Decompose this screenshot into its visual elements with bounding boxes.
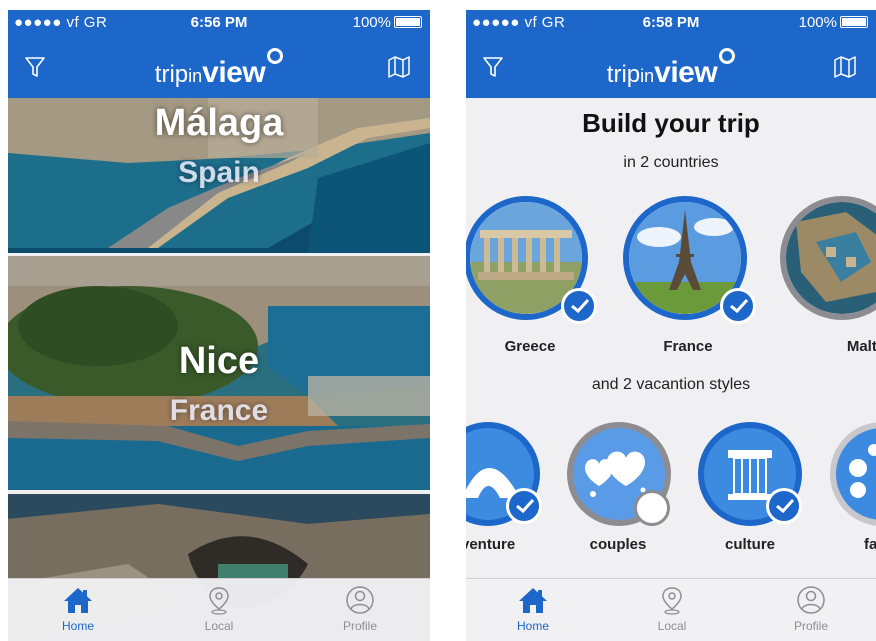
nav-bar: tripinview bbox=[466, 34, 876, 98]
country-malta[interactable] bbox=[780, 196, 876, 320]
tab-local-label: Local bbox=[657, 619, 687, 633]
profile-icon bbox=[797, 586, 825, 614]
tab-local-label: Local bbox=[204, 619, 234, 633]
tab-bar: Home Local Profile bbox=[8, 578, 430, 641]
style-family[interactable] bbox=[830, 422, 876, 526]
france-selected-check[interactable] bbox=[720, 288, 756, 324]
check-icon bbox=[730, 298, 749, 314]
city-card-nice[interactable]: Nice France bbox=[8, 256, 430, 490]
tab-local[interactable]: Local bbox=[169, 585, 269, 633]
app-logo: tripinview bbox=[466, 48, 876, 90]
home-icon bbox=[519, 588, 547, 613]
status-bar: ●●●●● vf GR 6:56 PM 100% bbox=[8, 10, 430, 34]
tab-home[interactable]: Home bbox=[28, 585, 128, 633]
battery-icon bbox=[840, 16, 868, 28]
smiley-faces-icon bbox=[849, 444, 876, 498]
check-icon bbox=[571, 298, 590, 314]
style-label: culture bbox=[724, 536, 775, 553]
check-icon bbox=[516, 498, 535, 514]
tab-profile-label: Profile bbox=[342, 619, 377, 633]
tab-profile[interactable]: Profile bbox=[310, 585, 410, 633]
countries-caption: in 2 countries bbox=[623, 154, 719, 171]
tab-bar: Home Local Profile bbox=[466, 578, 876, 641]
city-card-malaga[interactable]: Málaga Spain bbox=[8, 98, 430, 253]
city-list[interactable]: Málaga Spain Nice France bbox=[8, 98, 430, 641]
nav-bar: tripinview bbox=[8, 34, 430, 98]
country-label: France bbox=[663, 338, 713, 355]
check-icon bbox=[776, 498, 795, 514]
culture-selected-check[interactable] bbox=[766, 488, 802, 524]
left-screen: ●●●●● vf GR 6:56 PM 100% tripinview Mála… bbox=[8, 10, 430, 641]
battery-percent: 100% bbox=[352, 14, 391, 31]
style-label: far bbox=[864, 536, 876, 553]
tab-profile-label: Profile bbox=[793, 619, 828, 633]
page-title: Build your trip bbox=[582, 108, 760, 138]
greece-selected-check[interactable] bbox=[561, 288, 597, 324]
build-trip-panel: Build your trip in 2 countries Greece Fr… bbox=[466, 98, 876, 579]
map-icon[interactable] bbox=[832, 54, 858, 80]
styles-caption: and 2 vacantion styles bbox=[591, 376, 751, 393]
style-label: lventure bbox=[466, 536, 516, 553]
tab-home-label: Home bbox=[516, 619, 549, 633]
country-label: Greece bbox=[504, 338, 556, 355]
country-name: Spain bbox=[178, 156, 260, 189]
city-name: Nice bbox=[178, 340, 260, 382]
style-label: couples bbox=[589, 536, 647, 553]
city-name: Málaga bbox=[154, 102, 284, 144]
profile-icon bbox=[346, 586, 374, 614]
tab-local[interactable]: Local bbox=[622, 585, 722, 633]
location-pin-icon bbox=[662, 587, 682, 615]
app-logo: tripinview bbox=[8, 48, 430, 90]
location-pin-icon bbox=[209, 587, 229, 615]
right-screen: ●●●●● vf GR 6:58 PM 100% tripinview Buil… bbox=[466, 10, 876, 641]
malta-photo bbox=[786, 202, 876, 314]
status-bar: ●●●●● vf GR 6:58 PM 100% bbox=[466, 10, 876, 34]
battery-percent: 100% bbox=[798, 14, 837, 31]
couples-unselected-check[interactable] bbox=[634, 490, 670, 526]
adventure-selected-check[interactable] bbox=[506, 488, 542, 524]
battery-indicator: 100% bbox=[353, 14, 422, 31]
battery-icon bbox=[394, 16, 422, 28]
tab-home-label: Home bbox=[61, 619, 94, 633]
home-icon bbox=[64, 588, 92, 613]
battery-indicator: 100% bbox=[799, 14, 868, 31]
country-name: France bbox=[169, 394, 269, 427]
country-label: Malta bbox=[846, 338, 876, 355]
map-icon[interactable] bbox=[386, 54, 412, 80]
tab-profile[interactable]: Profile bbox=[761, 585, 861, 633]
tab-home[interactable]: Home bbox=[483, 585, 583, 633]
